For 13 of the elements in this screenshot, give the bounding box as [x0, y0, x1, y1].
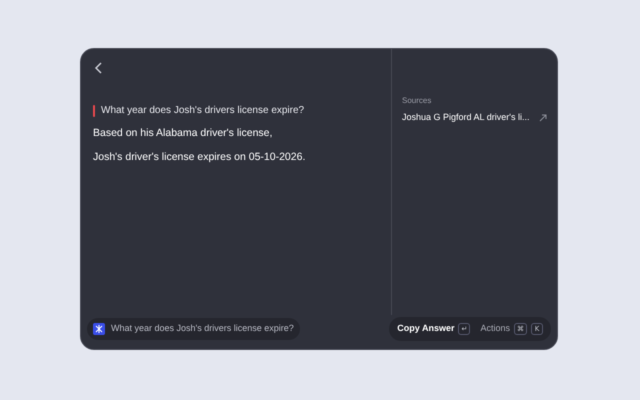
search-field[interactable]: What year does Josh's drivers license expire? [87, 318, 300, 340]
action-label[interactable]: Copy Answer [397, 322, 454, 336]
answer-text: Josh's driver's license expires on 05-10-2026. [93, 150, 306, 165]
back-icon[interactable] [94, 61, 104, 75]
question-text: What year does Josh's drivers license expire? [101, 104, 304, 118]
search-value: What year does Josh's drivers license expire? [111, 322, 294, 336]
external-link-icon[interactable] [539, 114, 547, 122]
accent-bar-icon [93, 104, 95, 116]
action-label[interactable]: Actions [480, 322, 510, 336]
source-link[interactable]: Joshua G Pigford AL driver's li... [402, 111, 530, 124]
answer-text: Based on his Alabama driver's license, [93, 126, 274, 141]
sources-heading: Sources [402, 95, 432, 107]
app-logo-icon [93, 323, 105, 335]
